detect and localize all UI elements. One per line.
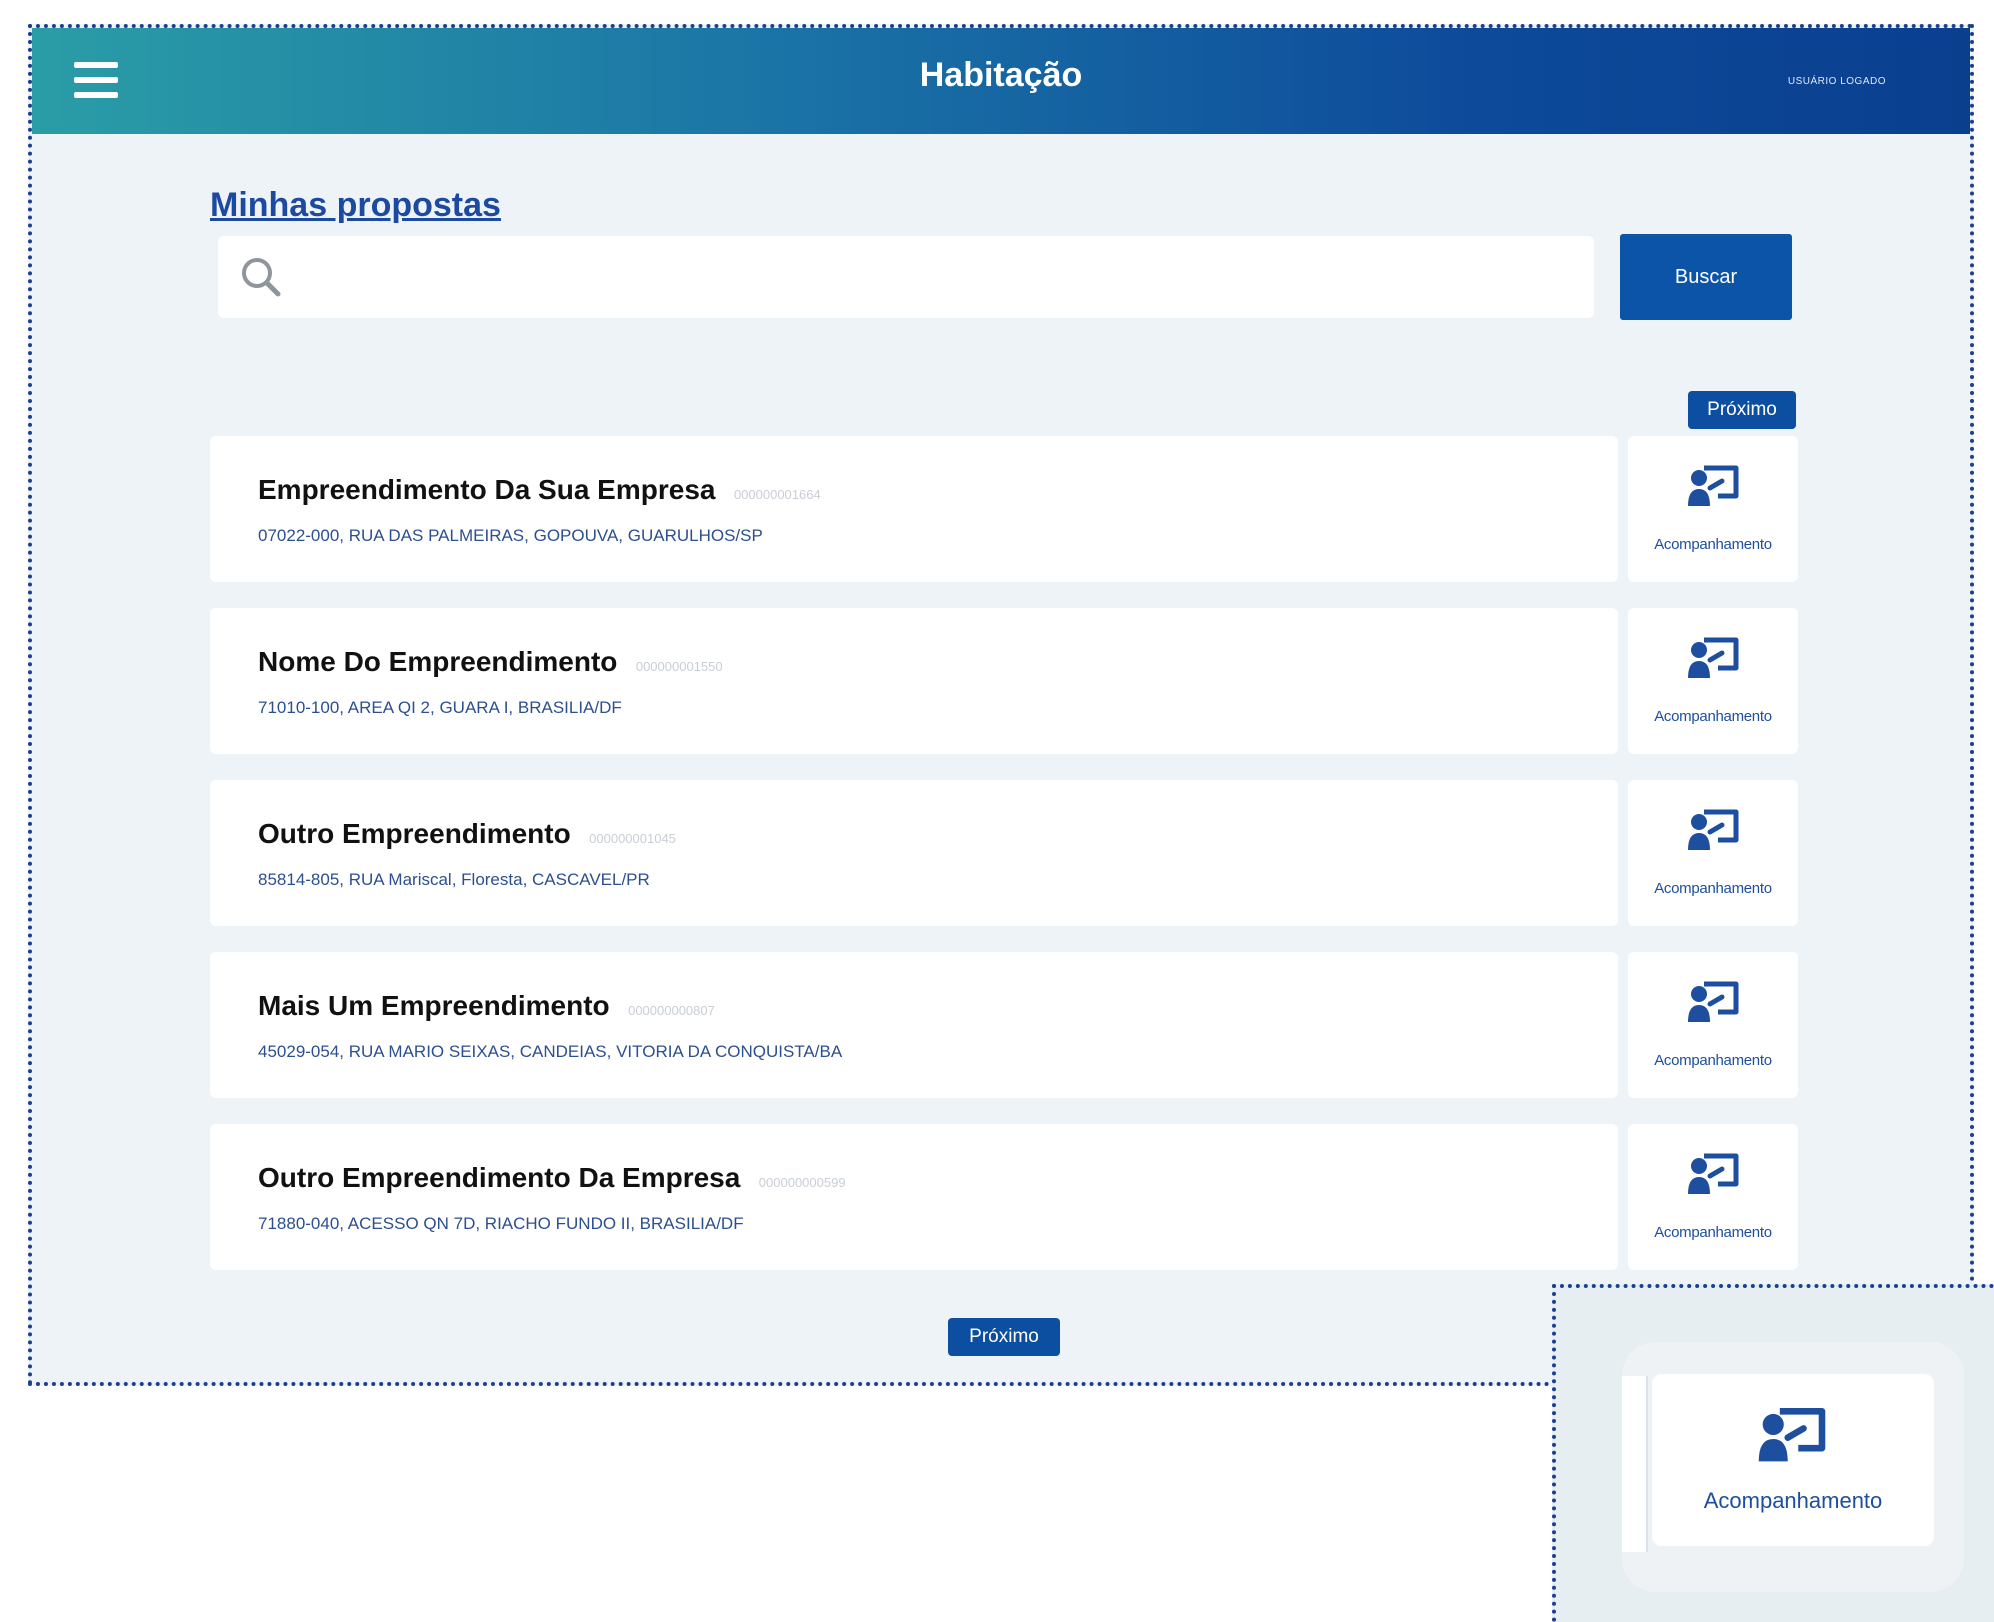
tracking-button[interactable]: Acompanhamento bbox=[1628, 436, 1798, 582]
proposal-name: Outro Empreendimento Da Empresa bbox=[258, 1162, 741, 1193]
tracking-label: Acompanhamento bbox=[1654, 880, 1772, 897]
person-presentation-board-icon bbox=[1688, 465, 1739, 506]
zoom-tracking-button[interactable]: Acompanhamento bbox=[1652, 1374, 1934, 1546]
search-button[interactable]: Buscar bbox=[1620, 234, 1792, 320]
proposal-code: 000000001664 bbox=[733, 487, 821, 502]
person-presentation-board-icon bbox=[1688, 637, 1739, 678]
person-presentation-board-icon bbox=[1758, 1407, 1826, 1462]
proposal-code: 000000001045 bbox=[589, 831, 676, 846]
next-page-button-top[interactable]: Próximo bbox=[1688, 391, 1796, 429]
app-title: Habitação bbox=[919, 56, 1083, 94]
proposal-title-line: Outro Empreendimento Da Empresa 00000000… bbox=[258, 1162, 846, 1194]
tracking-button[interactable]: Acompanhamento bbox=[1628, 780, 1798, 926]
proposal-name: Empreendimento Da Sua Empresa bbox=[258, 474, 716, 505]
proposal-row: Mais Um Empreendimento 000000000807 4502… bbox=[210, 952, 1798, 1098]
proposal-address: 45029-054, RUA MARIO SEIXAS, CANDEIAS, V… bbox=[258, 1042, 843, 1061]
proposal-title-line: Outro Empreendimento 000000001045 bbox=[258, 818, 676, 850]
tracking-label: Acompanhamento bbox=[1654, 536, 1772, 553]
search-input[interactable] bbox=[298, 250, 1572, 306]
proposal-name: Nome Do Empreendimento bbox=[258, 646, 618, 677]
proposal-address: 71010-100, AREA QI 2, GUARA I, BRASILIA/… bbox=[258, 698, 622, 717]
next-page-button-bottom[interactable]: Próximo bbox=[948, 1318, 1060, 1356]
zoom-highlight: Acompanhamento bbox=[1622, 1342, 1964, 1592]
proposal-card[interactable]: Nome Do Empreendimento 000000001550 7101… bbox=[210, 608, 1618, 754]
zoom-tracking-label: Acompanhamento bbox=[1703, 1488, 1883, 1513]
tracking-label: Acompanhamento bbox=[1654, 1224, 1772, 1241]
proposal-address: 07022-000, RUA DAS PALMEIRAS, GOPOUVA, G… bbox=[258, 526, 763, 545]
tracking-label: Acompanhamento bbox=[1654, 1052, 1772, 1069]
proposal-row: Outro Empreendimento Da Empresa 00000000… bbox=[210, 1124, 1798, 1270]
zoom-card-edge bbox=[1622, 1376, 1648, 1552]
zoom-callout: Acompanhamento bbox=[1552, 1284, 1994, 1622]
proposal-code: 000000000599 bbox=[758, 1175, 846, 1190]
page-title[interactable]: Minhas propostas bbox=[210, 186, 501, 225]
proposal-card[interactable]: Empreendimento Da Sua Empresa 0000000016… bbox=[210, 436, 1618, 582]
search-box bbox=[218, 236, 1594, 318]
proposal-address: 71880-040, ACESSO QN 7D, RIACHO FUNDO II… bbox=[258, 1214, 744, 1233]
proposal-title-line: Mais Um Empreendimento 000000000807 bbox=[258, 990, 715, 1022]
person-presentation-board-icon bbox=[1688, 809, 1739, 850]
person-presentation-board-icon bbox=[1688, 981, 1739, 1022]
person-presentation-board-icon bbox=[1688, 1153, 1739, 1194]
proposal-row: Outro Empreendimento 000000001045 85814-… bbox=[210, 780, 1798, 926]
top-header: Habitação USUÁRIO LOGADO bbox=[32, 28, 1970, 134]
proposal-code: 000000000807 bbox=[628, 1003, 715, 1018]
proposal-card[interactable]: Outro Empreendimento Da Empresa 00000000… bbox=[210, 1124, 1618, 1270]
proposal-row: Empreendimento Da Sua Empresa 0000000016… bbox=[210, 436, 1798, 582]
proposal-name: Outro Empreendimento bbox=[258, 818, 571, 849]
tracking-button[interactable]: Acompanhamento bbox=[1628, 1124, 1798, 1270]
search-icon bbox=[242, 258, 281, 297]
proposal-card[interactable]: Outro Empreendimento 000000001045 85814-… bbox=[210, 780, 1618, 926]
proposal-address: 85814-805, RUA Mariscal, Floresta, CASCA… bbox=[258, 870, 650, 889]
proposal-code: 000000001550 bbox=[635, 659, 723, 674]
proposal-list: Empreendimento Da Sua Empresa 0000000016… bbox=[210, 436, 1798, 1296]
tracking-button[interactable]: Acompanhamento bbox=[1628, 952, 1798, 1098]
app-frame: Habitação USUÁRIO LOGADO Minhas proposta… bbox=[28, 24, 1974, 1386]
proposal-name: Mais Um Empreendimento bbox=[258, 990, 610, 1021]
proposal-title-line: Nome Do Empreendimento 000000001550 bbox=[258, 646, 723, 678]
proposal-card[interactable]: Mais Um Empreendimento 000000000807 4502… bbox=[210, 952, 1618, 1098]
proposal-row: Nome Do Empreendimento 000000001550 7101… bbox=[210, 608, 1798, 754]
tracking-label: Acompanhamento bbox=[1654, 708, 1772, 725]
proposal-title-line: Empreendimento Da Sua Empresa 0000000016… bbox=[258, 474, 821, 506]
tracking-button[interactable]: Acompanhamento bbox=[1628, 608, 1798, 754]
logged-user-label: USUÁRIO LOGADO bbox=[1787, 76, 1886, 87]
